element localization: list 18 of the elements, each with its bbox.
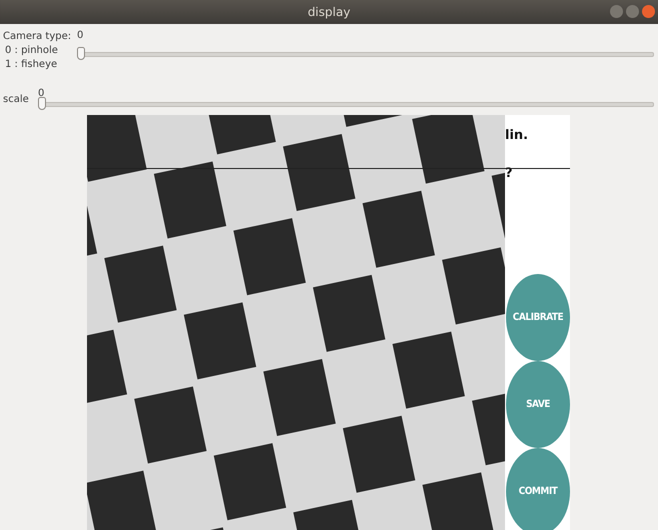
minimize-button[interactable]: [610, 5, 623, 18]
action-button[interactable]: COMMIT: [506, 448, 570, 530]
slider[interactable]: [38, 97, 654, 110]
option-label: 1 : fisheye: [4, 58, 58, 72]
trackbar-label: Camera type:: [3, 30, 72, 44]
action-button[interactable]: SAVE: [506, 361, 570, 448]
action-button[interactable]: CALIBRATE: [506, 274, 570, 361]
slider-thumb[interactable]: [38, 97, 46, 110]
slider-value: 0: [38, 88, 44, 100]
slider-thumb[interactable]: [77, 47, 85, 60]
maximize-button[interactable]: [626, 5, 639, 18]
window-title: display: [308, 5, 350, 19]
slider[interactable]: [77, 47, 654, 60]
trackbar-label: scale: [3, 93, 30, 107]
option-label: 0 : pinhole: [4, 44, 59, 58]
overlay-text: lin.: [505, 128, 528, 144]
slider-value: 0: [77, 30, 84, 42]
close-button[interactable]: [642, 5, 655, 18]
